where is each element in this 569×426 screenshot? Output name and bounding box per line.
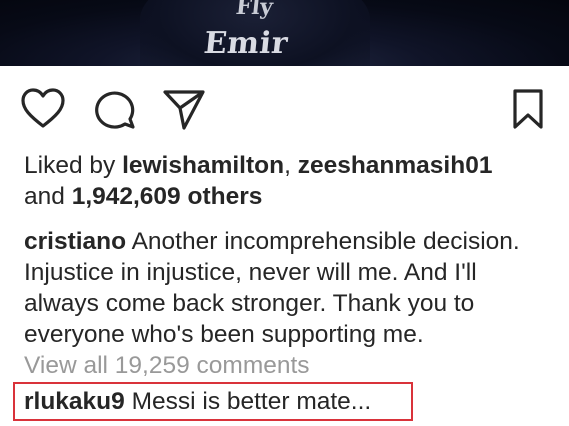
view-all-comments-link[interactable]: View all 19,259 comments <box>24 350 310 381</box>
comment-text: Messi is better mate... <box>124 388 372 415</box>
liker-username[interactable]: zeeshanmasih01 <box>298 152 493 179</box>
liker-username[interactable]: lewishamilton <box>122 152 284 179</box>
shirt-sponsor-top: Fly <box>234 0 275 20</box>
paper-plane-icon[interactable] <box>161 86 207 132</box>
heart-icon[interactable] <box>20 86 66 132</box>
post-photo[interactable]: Fly Emir <box>0 0 569 66</box>
post-caption: cristiano Another incomprehensible decis… <box>24 226 554 350</box>
likes-separator: , <box>284 152 298 179</box>
comment-username[interactable]: rlukaku9 <box>24 388 125 415</box>
likes-summary: Liked by lewishamilton, zeeshanmasih01 an… <box>24 150 554 212</box>
comment-bubble-icon[interactable] <box>92 86 138 132</box>
likes-others-count[interactable]: 1,942,609 others <box>72 183 263 210</box>
comment-item: rlukaku9 Messi is better mate... <box>24 386 371 417</box>
shirt-sponsor-main: Emir <box>202 26 290 61</box>
likes-prefix: Liked by <box>24 152 123 179</box>
post-action-bar <box>0 86 569 134</box>
likes-and: and <box>24 183 72 210</box>
instagram-post: Fly Emir Liked by lewishamilton, zeeshan… <box>0 0 569 426</box>
caption-username[interactable]: cristiano <box>24 228 126 255</box>
bookmark-icon[interactable] <box>505 86 551 132</box>
